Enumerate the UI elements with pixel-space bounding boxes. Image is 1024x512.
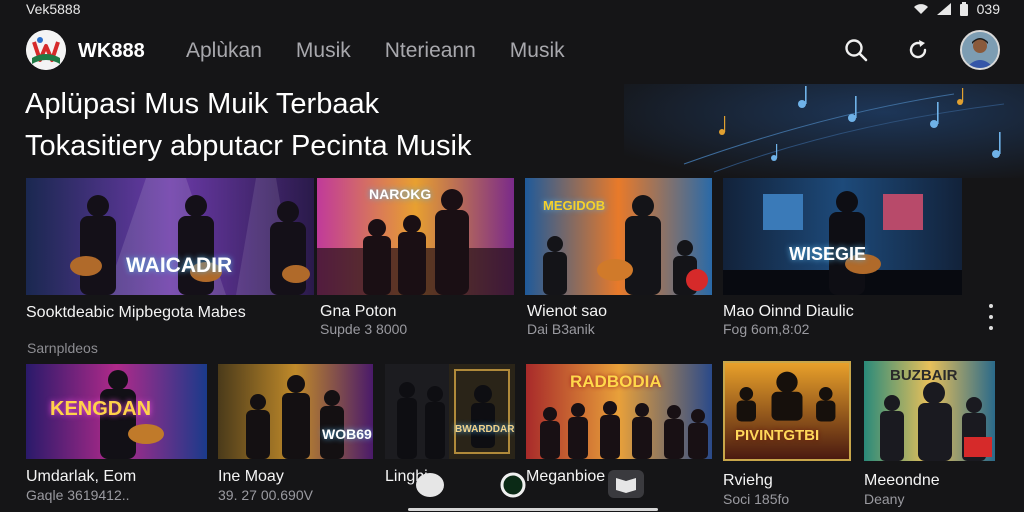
- grid-title-5: Rviehg: [723, 472, 773, 489]
- featured-title-4: Mao Oinnd Diaulic: [723, 303, 854, 320]
- status-bar: Vek5888 039: [0, 0, 1024, 20]
- status-time: 039: [976, 1, 1000, 17]
- band-thumbnail: [218, 364, 373, 459]
- library-icon: [608, 470, 644, 498]
- featured-card-1[interactable]: WAICADIR: [26, 178, 314, 295]
- nav-tab-2[interactable]: Musik: [296, 39, 351, 63]
- featured-title-3: Wienot sao: [527, 303, 608, 320]
- grid-meta-2: 39. 27 00.690V: [218, 487, 313, 503]
- thumbnail-title: MEGIDOB: [543, 198, 606, 213]
- band-thumbnail: [385, 364, 515, 459]
- refresh-button[interactable]: [898, 30, 938, 70]
- featured-meta-4: Fog 6om,8:02: [723, 321, 810, 337]
- app-bar-actions: [836, 30, 1000, 70]
- grid-title-6: Meeondne: [864, 472, 940, 489]
- app-bar: WK888 Aplùkan Musik Nterieann Musik: [0, 28, 1024, 78]
- nav-tab-1[interactable]: Aplùkan: [186, 39, 262, 63]
- search-button[interactable]: [836, 30, 876, 70]
- grid-card-3[interactable]: BWARDDAR: [385, 364, 515, 459]
- thumbnail-title: WISEGIE: [789, 244, 867, 264]
- hero-subtitle: Tokasitiery abputacr Pecinta Musik: [25, 130, 472, 162]
- grid-meta-6: Deany: [864, 491, 905, 507]
- status-icons: 039: [913, 1, 1000, 17]
- circle-icon: [500, 472, 526, 498]
- hero-title: Aplüpasi Mus Muik Terbaak: [25, 88, 380, 120]
- gesture-bar: [408, 508, 658, 511]
- thumbnail-title: WOB69: [322, 426, 372, 442]
- grid-meta-5: Soci 185fo: [723, 491, 790, 507]
- featured-meta-2: Supde 3 8000: [320, 321, 408, 337]
- music-notes-decoration: [624, 84, 1024, 178]
- featured-title-2: Gna Poton: [320, 303, 397, 320]
- band-thumbnail: [725, 363, 849, 459]
- discover-button[interactable]: [498, 470, 528, 500]
- grid-card-5[interactable]: PIVINTGTBI: [723, 361, 851, 461]
- brand-name: WK888: [78, 40, 145, 62]
- section-label: Sarnpldeos: [27, 340, 98, 356]
- app-logo[interactable]: [26, 30, 66, 70]
- grid-meta-1: Gaqle 3619412..: [26, 487, 130, 503]
- home-icon: [416, 473, 444, 497]
- top-nav: Aplùkan Musik Nterieann Musik: [186, 39, 565, 63]
- nav-tab-4[interactable]: Musik: [510, 39, 565, 63]
- grid-card-4[interactable]: RADBODIA: [526, 364, 712, 459]
- featured-meta-3: Dai B3anik: [527, 321, 595, 337]
- nav-tab-3[interactable]: Nterieann: [385, 39, 476, 63]
- grid-card-2[interactable]: WOB69: [218, 364, 373, 459]
- grid-title-2: Ine Moay: [218, 468, 284, 485]
- refresh-icon: [909, 40, 927, 59]
- band-thumbnail: [525, 178, 712, 295]
- thumbnail-title: NAROKG: [369, 186, 432, 202]
- more-options-button[interactable]: [984, 304, 998, 330]
- avatar[interactable]: [960, 30, 1000, 70]
- thumbnail-title: WAICADIR: [126, 254, 233, 277]
- home-button[interactable]: [414, 468, 446, 500]
- thumbnail-title: BUZBAIR: [890, 367, 958, 384]
- battery-icon: [959, 2, 968, 16]
- grid-title-1: Umdarlak, Eom: [26, 468, 137, 485]
- band-thumbnail: [723, 178, 962, 295]
- thumbnail-title: KENGDAN: [50, 398, 152, 420]
- thumbnail-title: RADBODIA: [570, 372, 662, 391]
- featured-card-4[interactable]: WISEGIE: [723, 178, 962, 295]
- library-button[interactable]: [606, 468, 646, 500]
- search-icon: [845, 39, 868, 62]
- thumbnail-title: PIVINTGTBI: [735, 427, 820, 444]
- featured-title-1: Sooktdeabic Mipbegota Mabes: [26, 304, 246, 321]
- bottom-navigation: [408, 462, 658, 512]
- thumbnail-title: BWARDDAR: [455, 424, 515, 435]
- wifi-icon: [913, 4, 928, 14]
- hero-banner: Aplüpasi Mus Muik Terbaak Tokasitiery ab…: [0, 84, 1024, 178]
- signal-icon: [936, 3, 951, 15]
- featured-card-3[interactable]: MEGIDOB: [525, 178, 712, 295]
- grid-card-6[interactable]: BUZBAIR: [864, 361, 995, 461]
- featured-card-2[interactable]: NAROKG: [317, 178, 514, 295]
- status-carrier: Vek5888: [26, 1, 81, 17]
- grid-card-1[interactable]: KENGDAN: [26, 364, 207, 459]
